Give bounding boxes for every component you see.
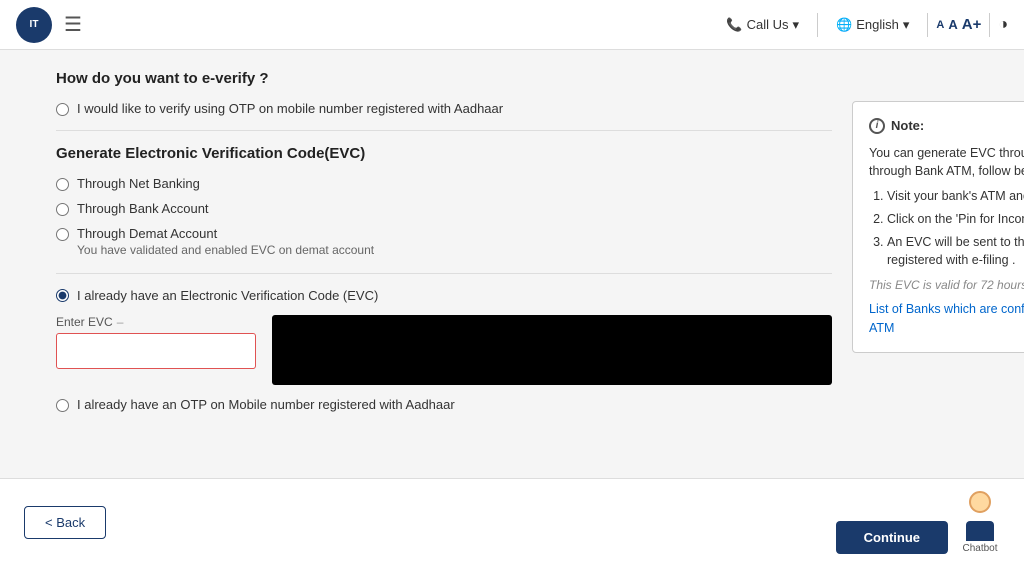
chatbot-label: Chatbot bbox=[962, 543, 997, 554]
note-step-1: Visit your bank's ATM and swipe your ATM… bbox=[887, 187, 1024, 206]
otp-aadhaar-label[interactable]: I would like to verify using OTP on mobi… bbox=[77, 101, 503, 116]
chatbot-area[interactable]: Chatbot bbox=[960, 491, 1000, 554]
continue-button[interactable]: Continue bbox=[836, 521, 948, 554]
two-col-layout: I would like to verify using OTP on mobi… bbox=[56, 101, 968, 422]
back-button[interactable]: < Back bbox=[24, 506, 106, 539]
demat-account-label[interactable]: Through Demat Account bbox=[77, 226, 217, 241]
net-banking-radio[interactable] bbox=[56, 178, 69, 191]
have-evc-row: I already have an Electronic Verificatio… bbox=[56, 288, 832, 303]
left-column: I would like to verify using OTP on mobi… bbox=[56, 101, 832, 422]
contrast-button[interactable]: ◑ bbox=[998, 16, 1008, 34]
demat-account-sublabel: You have validated and enabled EVC on de… bbox=[77, 243, 374, 257]
otp-aadhaar-radio[interactable] bbox=[56, 103, 69, 116]
logo: IT bbox=[16, 7, 52, 43]
note-intro: You can generate EVC through Bank ATM. T… bbox=[869, 144, 1024, 182]
footer: < Back Continue Chatbot bbox=[0, 478, 1024, 566]
divider-2 bbox=[927, 13, 928, 37]
note-title: i Note: bbox=[869, 116, 1024, 136]
divider-1 bbox=[817, 13, 818, 37]
main-content: How do you want to e-verify ? I would li… bbox=[32, 50, 992, 502]
option-have-otp-row: I already have an OTP on Mobile number r… bbox=[56, 397, 832, 412]
info-icon: i bbox=[869, 118, 885, 134]
option-otp-aadhaar-row: I would like to verify using OTP on mobi… bbox=[56, 101, 832, 116]
header-right: 📞 Call Us ▾ 🌐 English ▾ A A A+ ◑ bbox=[716, 13, 1008, 37]
chatbot-figure bbox=[960, 491, 1000, 541]
divider-3 bbox=[989, 13, 990, 37]
have-evc-radio[interactable] bbox=[56, 289, 69, 302]
have-otp-radio[interactable] bbox=[56, 399, 69, 412]
evc-input[interactable] bbox=[56, 333, 256, 369]
have-evc-label[interactable]: I already have an Electronic Verificatio… bbox=[77, 288, 378, 303]
call-us-button[interactable]: 📞 Call Us ▾ bbox=[716, 13, 809, 37]
call-dropdown-icon: ▾ bbox=[793, 17, 800, 33]
evc-input-row: Enter EVC – bbox=[56, 315, 832, 385]
language-button[interactable]: 🌐 English ▾ bbox=[826, 13, 919, 37]
bank-account-label[interactable]: Through Bank Account bbox=[77, 201, 209, 216]
lang-dropdown-icon: ▾ bbox=[903, 17, 910, 33]
evc-input-label-text: Enter EVC – bbox=[56, 315, 256, 329]
evc-section-title: Generate Electronic Verification Code(EV… bbox=[56, 145, 832, 162]
evc-input-group: Enter EVC – bbox=[56, 315, 256, 369]
footer-right: Continue Chatbot bbox=[836, 491, 1000, 554]
font-large-button[interactable]: A+ bbox=[962, 16, 982, 33]
header: IT ☰ 📞 Call Us ▾ 🌐 English ▾ A A A+ ◑ bbox=[0, 0, 1024, 50]
note-step-3: An EVC will be sent to the mobile number… bbox=[887, 233, 1024, 271]
phone-icon: 📞 bbox=[726, 17, 742, 33]
option-demat-account-row: Through Demat Account You have validated… bbox=[56, 226, 832, 257]
globe-icon: 🌐 bbox=[836, 17, 852, 33]
divider-top bbox=[56, 130, 832, 131]
font-medium-button[interactable]: A bbox=[948, 17, 957, 32]
demat-account-radio[interactable] bbox=[56, 228, 69, 241]
page-title: How do you want to e-verify ? bbox=[56, 70, 968, 87]
chatbot-body bbox=[966, 521, 994, 541]
bank-account-radio[interactable] bbox=[56, 203, 69, 216]
font-small-button[interactable]: A bbox=[936, 19, 944, 31]
evc-already-have-section: I already have an Electronic Verificatio… bbox=[56, 273, 832, 412]
option-net-banking-row: Through Net Banking bbox=[56, 176, 832, 191]
have-otp-label[interactable]: I already have an OTP on Mobile number r… bbox=[77, 397, 455, 412]
note-banks-link[interactable]: List of Banks which are configured to ge… bbox=[869, 302, 1024, 335]
note-steps-list: Visit your bank's ATM and swipe your ATM… bbox=[869, 187, 1024, 270]
font-controls: A A A+ bbox=[936, 16, 981, 33]
header-left: IT ☰ bbox=[16, 7, 82, 43]
note-box: i Note: You can generate EVC through Ban… bbox=[852, 101, 1024, 353]
right-column: i Note: You can generate EVC through Ban… bbox=[852, 101, 1024, 353]
hamburger-menu[interactable]: ☰ bbox=[64, 12, 82, 37]
note-validity: This EVC is valid for 72 hours. bbox=[869, 276, 1024, 294]
chatbot-head bbox=[969, 491, 991, 513]
note-step-2: Click on the 'Pin for Income Tax filing'… bbox=[887, 210, 1024, 229]
option-bank-account-row: Through Bank Account bbox=[56, 201, 832, 216]
net-banking-label[interactable]: Through Net Banking bbox=[77, 176, 200, 191]
evc-black-redacted-area bbox=[272, 315, 832, 385]
